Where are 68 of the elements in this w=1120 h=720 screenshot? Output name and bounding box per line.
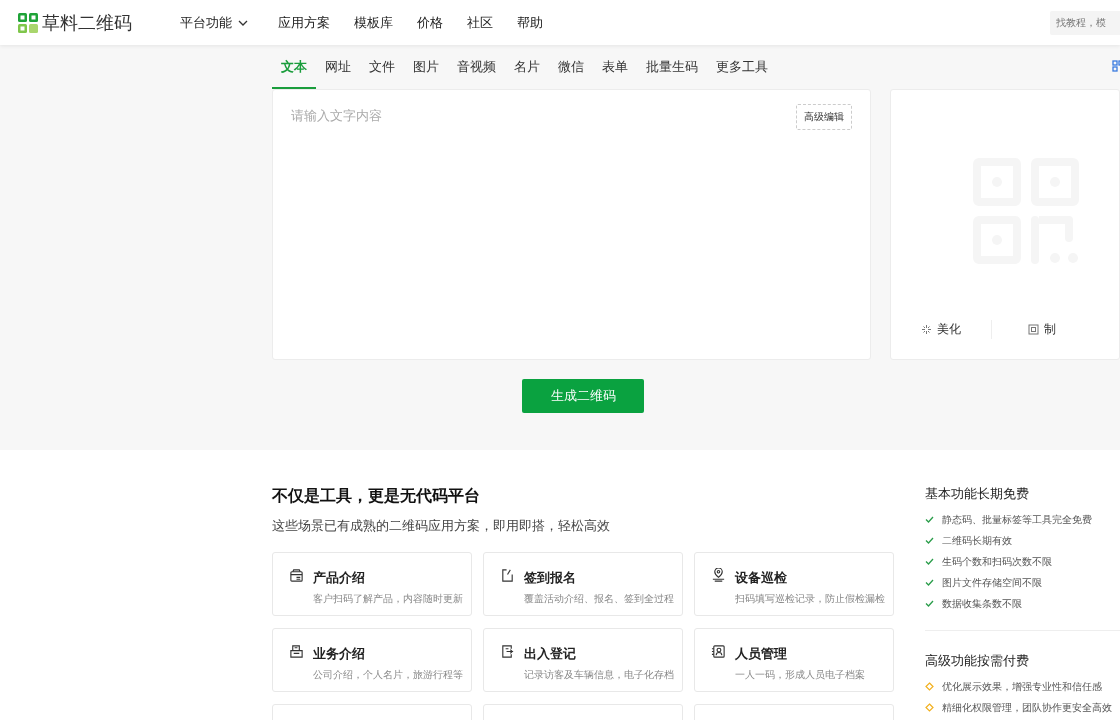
- card-description: 扫码填写巡检记录，防止假检漏检: [735, 593, 885, 606]
- sparkle-icon: [920, 324, 932, 335]
- card-title: 设备巡检: [735, 569, 788, 587]
- card-title: 人员管理: [735, 645, 788, 663]
- card-title: 签到报名: [524, 569, 577, 587]
- nav-link[interactable]: 模板库: [342, 13, 405, 32]
- nav-link[interactable]: 平台功能: [168, 13, 260, 32]
- diamond-icon: [925, 703, 934, 712]
- card-description: 一人一码，形成人员电子档案: [735, 669, 865, 682]
- nav-link[interactable]: 价格: [405, 13, 455, 32]
- tab[interactable]: 音视频: [448, 45, 505, 89]
- card-title: 业务介绍: [313, 645, 366, 663]
- feature-item: 精细化权限管理，团队协作更安全高效: [942, 700, 1112, 715]
- preview-action[interactable]: 美化: [891, 320, 991, 339]
- preview-action[interactable]: 制: [990, 320, 1120, 339]
- solution-card[interactable]: 出入登记 记录访客及车辆信息，电子化存档: [483, 628, 683, 692]
- tab[interactable]: 微信: [549, 45, 593, 89]
- solution-card[interactable]: 签到报名 覆盖活动介绍、报名、签到全过程: [483, 552, 683, 616]
- solution-card[interactable]: 业务介绍 公司介绍，个人名片，旅游行程等: [272, 628, 472, 692]
- chevron-down-icon: [238, 19, 248, 26]
- feature-item: 数据收集条数不限: [942, 596, 1022, 611]
- solution-card[interactable]: 产品介绍 客户扫码了解产品，内容随时更新: [272, 552, 472, 616]
- tab[interactable]: 更多工具: [707, 45, 777, 89]
- check-icon: [925, 516, 934, 523]
- check-icon: [925, 537, 934, 544]
- diamond-icon: [925, 682, 934, 691]
- tab[interactable]: 名片: [505, 45, 549, 89]
- feature-title: 高级功能按需付费: [925, 653, 1030, 670]
- card-description: 覆盖活动介绍、报名、签到全过程: [524, 593, 674, 606]
- solution-card[interactable]: 人员管理 一人一码，形成人员电子档案: [694, 628, 894, 692]
- tab[interactable]: 网址: [316, 45, 360, 89]
- section-title: 不仅是工具，更是无代码平台: [272, 486, 481, 506]
- grid-icon[interactable]: [1112, 60, 1120, 72]
- tab[interactable]: 文件: [360, 45, 404, 89]
- card-description: 客户扫码了解产品，内容随时更新: [313, 593, 463, 606]
- card-description: 记录访客及车辆信息，电子化存档: [524, 669, 674, 682]
- feature-item: 二维码长期有效: [942, 533, 1012, 548]
- doc-icon: [289, 644, 304, 659]
- card-title: 出入登记: [524, 645, 577, 663]
- text-editor[interactable]: 请输入文字内容 高级编辑: [272, 89, 871, 360]
- feature-title: 基本功能长期免费: [925, 486, 1030, 503]
- advanced-edit-button[interactable]: 高级编辑: [796, 104, 852, 130]
- card-title: 产品介绍: [313, 569, 366, 587]
- check-icon: [925, 600, 934, 607]
- nav-link[interactable]: 社区: [455, 13, 505, 32]
- card-description: 公司介绍，个人名片，旅游行程等: [313, 669, 463, 682]
- sign-icon: [500, 568, 515, 583]
- nav-link[interactable]: 帮助: [505, 13, 555, 32]
- logo-text[interactable]: 草料二维码: [42, 10, 132, 35]
- frame-icon: [1027, 324, 1039, 335]
- feature-item: 生码个数和扫码次数不限: [942, 554, 1052, 569]
- check-icon: [925, 558, 934, 565]
- nav-link[interactable]: 应用方案: [266, 13, 342, 32]
- tab[interactable]: 图片: [404, 45, 448, 89]
- tab[interactable]: 表单: [593, 45, 637, 89]
- solution-card[interactable]: 设备巡检 扫码填写巡检记录，防止假检漏检: [694, 552, 894, 616]
- person-icon: [711, 644, 726, 659]
- feature-item: 图片文件存储空间不限: [942, 575, 1042, 590]
- box-icon: [289, 568, 304, 583]
- tab[interactable]: 批量生码: [637, 45, 707, 89]
- check-icon: [925, 579, 934, 586]
- feature-item: 静态码、批量标签等工具完全免费: [942, 512, 1092, 527]
- pin-icon: [711, 568, 726, 583]
- logo-icon: [18, 12, 38, 33]
- search-field[interactable]: 找教程，模: [1050, 10, 1120, 35]
- feature-item: 优化展示效果，增强专业性和信任感: [942, 679, 1102, 694]
- section-subtitle: 这些场景已有成熟的二维码应用方案，即用即搭，轻松高效: [272, 517, 611, 535]
- door-icon: [500, 644, 515, 659]
